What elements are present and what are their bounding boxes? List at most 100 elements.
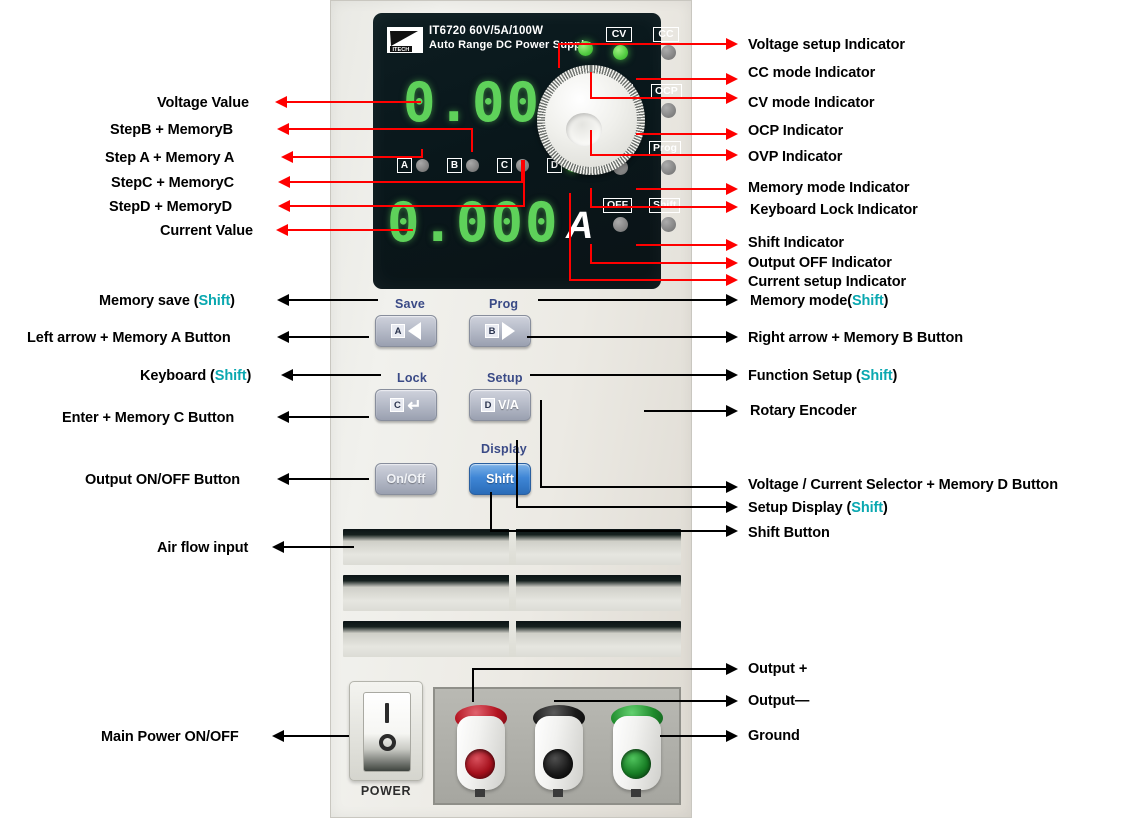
callout-arrow — [277, 331, 289, 343]
callout-stepd-memoryd: StepD + MemoryD — [109, 199, 232, 215]
callout-memory-save: Memory save (Shift) — [99, 293, 235, 309]
callout-shift-button: Shift Button — [748, 525, 830, 541]
leader-line — [538, 299, 726, 301]
vent-slot — [343, 575, 681, 611]
callout-arrow — [726, 128, 738, 140]
silkscreen-display: Display — [481, 442, 527, 456]
leader-line — [636, 188, 726, 190]
output-onoff-button[interactable]: On/Off — [375, 463, 437, 495]
positive-stud — [475, 789, 485, 797]
output-negative-terminal[interactable] — [529, 705, 589, 797]
callout-cc-mode-indicator: CC mode Indicator — [748, 65, 876, 81]
cv-tag: CV — [606, 27, 632, 42]
vent-slot — [343, 621, 681, 657]
prog-led — [661, 160, 676, 175]
callout-current-value: Current Value — [160, 223, 253, 239]
right-arrow-memory-b-button[interactable]: B — [469, 315, 531, 347]
positive-socket[interactable] — [465, 749, 495, 779]
callout-arrow — [726, 38, 738, 50]
callout-arrow — [726, 369, 738, 381]
callout-stepa-memorya: Step A + Memory A — [105, 150, 235, 166]
key-label-shift: Shift — [486, 472, 514, 486]
power-rocker[interactable] — [363, 692, 411, 772]
callout-arrow — [726, 663, 738, 675]
callout-arrow — [275, 96, 287, 108]
callout-stepb-memoryb: StepB + MemoryB — [110, 122, 233, 138]
callout-arrow — [281, 369, 293, 381]
callout-arrow — [277, 294, 289, 306]
leader-line — [490, 492, 492, 532]
ground-socket[interactable] — [621, 749, 651, 779]
callout-arrow — [277, 123, 289, 135]
silkscreen-lock: Lock — [397, 371, 427, 385]
callout-arrow — [278, 176, 290, 188]
callout-shift-indicator: Shift Indicator — [748, 235, 844, 251]
leader-line — [290, 205, 525, 207]
callout-arrow — [277, 411, 289, 423]
leader-line — [290, 181, 523, 183]
off-led — [613, 217, 628, 232]
callout-arrow — [726, 331, 738, 343]
callout-output-positive: Output + — [748, 661, 808, 677]
leader-line — [289, 416, 369, 418]
callout-enter-memory-c: Enter + Memory C Button — [62, 410, 235, 426]
leader-line — [636, 78, 726, 80]
silkscreen-save: Save — [395, 297, 425, 311]
callout-arrow — [726, 239, 738, 251]
callout-output-negative: Output— — [748, 693, 810, 709]
callout-arrow — [726, 149, 738, 161]
main-power-switch[interactable]: POWER — [349, 681, 423, 805]
leader-line — [590, 97, 726, 99]
callout-stepc-memoryc: StepC + MemoryC — [111, 175, 234, 191]
model-line: IT6720 60V/5A/100W — [429, 25, 544, 37]
callout-setup-display-shift: Setup Display (Shift) — [748, 500, 888, 516]
negative-stud — [553, 789, 563, 797]
leader-line — [554, 700, 726, 702]
leader-line — [590, 206, 726, 208]
output-terminal-plate — [433, 687, 681, 805]
callout-arrow — [726, 201, 738, 213]
callout-ocp-indicator: OCP Indicator — [748, 123, 844, 139]
leader-line — [636, 244, 726, 246]
memory-tag-b: B — [447, 158, 462, 174]
callout-arrow — [726, 257, 738, 269]
callout-arrow — [726, 294, 738, 306]
key-letter-b: B — [485, 324, 499, 338]
shift-button[interactable]: Shift — [469, 463, 531, 495]
callout-keyboard-lock-indicator: Keyboard Lock Indicator — [750, 202, 918, 218]
leader-line — [569, 279, 726, 281]
callout-voltage-setup-indicator: Voltage setup Indicator — [748, 37, 905, 53]
key-letter-a: A — [391, 324, 405, 338]
callout-arrow — [726, 525, 738, 537]
callout-main-power: Main Power ON/OFF — [101, 729, 239, 745]
callout-arrow — [726, 730, 738, 742]
memory-tag-c: C — [497, 158, 512, 174]
leader-line — [289, 478, 369, 480]
key-letter-d: D — [481, 398, 496, 412]
power-supply-front-panel: ITECH IT6720 60V/5A/100W Auto Range DC P… — [330, 0, 692, 818]
leader-line — [284, 546, 354, 548]
callout-output-onoff: Output ON/OFF Button — [85, 472, 241, 488]
memory-tag-a: A — [397, 158, 412, 174]
callout-rotary-encoder: Rotary Encoder — [750, 403, 857, 419]
power-switch-housing — [349, 681, 423, 781]
cc-tag: CC — [653, 27, 679, 42]
leader-line — [293, 156, 423, 158]
cc-led — [661, 45, 676, 60]
output-positive-terminal[interactable] — [451, 705, 511, 797]
leader-line — [644, 410, 726, 412]
negative-socket[interactable] — [543, 749, 573, 779]
leader-line — [523, 160, 525, 205]
memory-led-b — [466, 159, 479, 173]
leader-line — [660, 735, 726, 737]
callout-keyboard-lock: Keyboard (Shift) — [140, 368, 252, 384]
voltage-current-selector-memory-d-button[interactable]: D V/A — [469, 389, 531, 421]
callout-function-setup-shift: Function Setup (Shift) — [748, 368, 898, 384]
leader-line — [288, 229, 413, 231]
ground-terminal[interactable] — [607, 705, 667, 797]
enter-memory-c-button[interactable]: C ↵ — [375, 389, 437, 421]
vent-divider — [509, 529, 516, 565]
left-arrow-memory-a-button[interactable]: A — [375, 315, 437, 347]
memory-led-a — [416, 159, 429, 173]
leader-line — [527, 336, 726, 338]
